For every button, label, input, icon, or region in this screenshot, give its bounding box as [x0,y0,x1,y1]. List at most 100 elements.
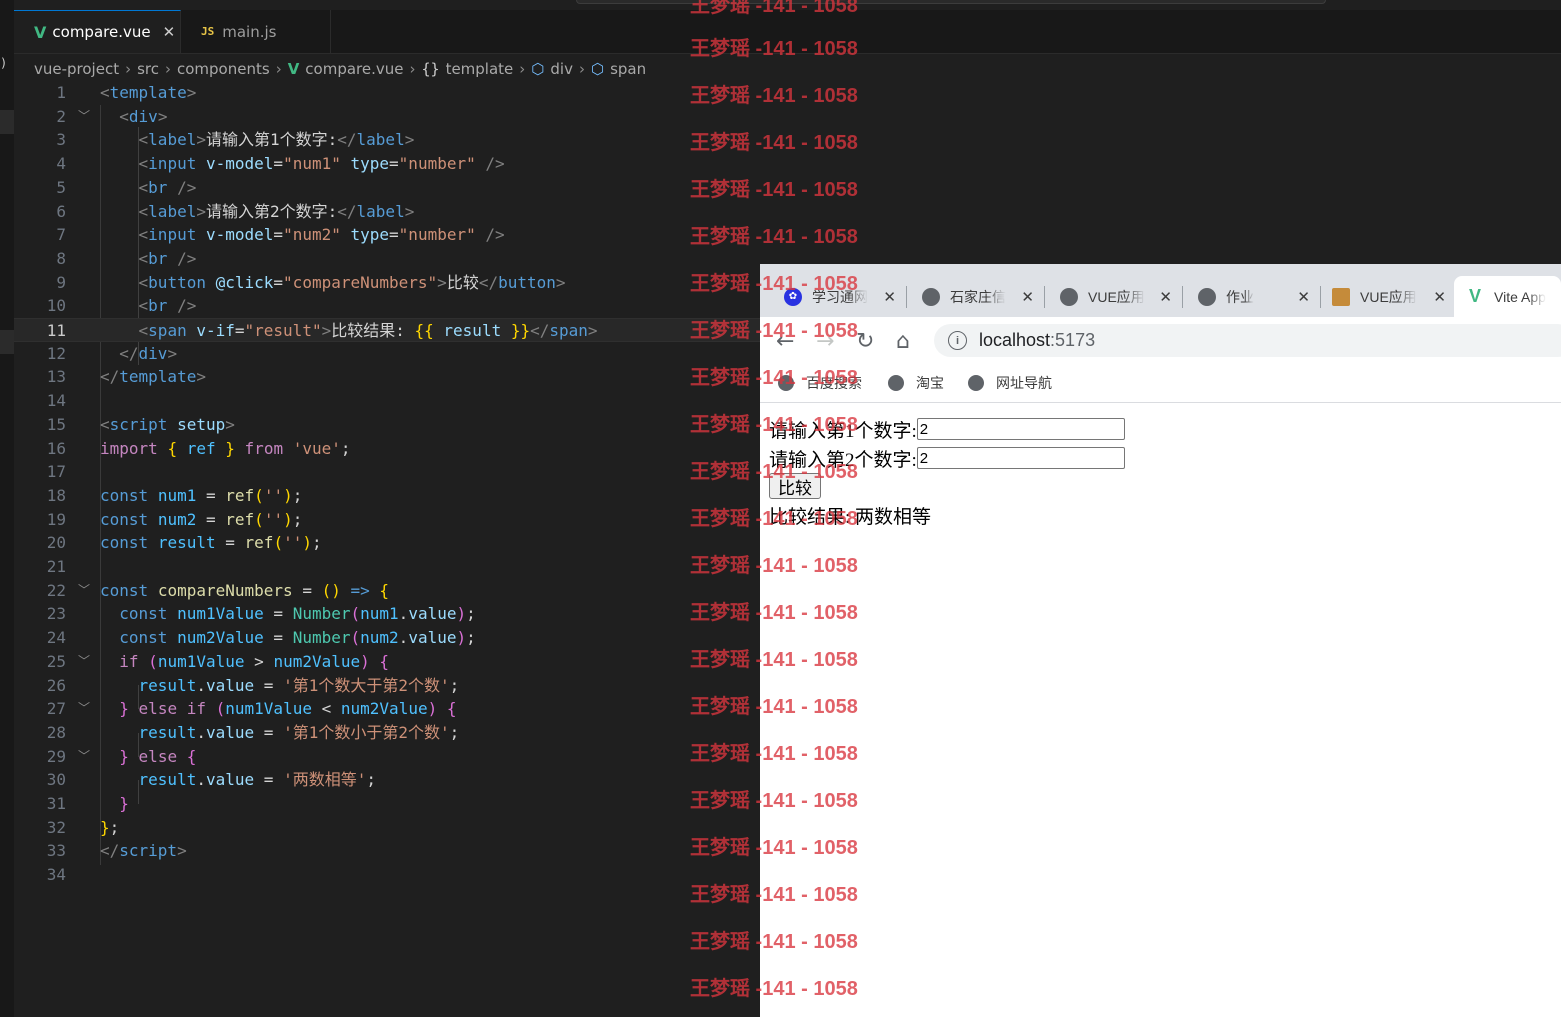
close-icon[interactable]: ✕ [883,288,896,306]
browser-tab[interactable]: 石家庄信 ✕ [922,276,1034,317]
watermark-text: 王梦瑶 -141 - 1058 [690,367,858,389]
globe-icon [1198,287,1216,306]
number-input-2[interactable] [916,447,1125,469]
code-line: 17 [46,462,66,482]
watermark-text: 王梦瑶 -141 - 1058 [690,837,858,859]
code-line: 19 const num2 = ref(''); [46,509,303,529]
watermark-text: 王梦瑶 -141 - 1058 [690,508,858,530]
browser-tab-title: 石家庄信 [950,288,1006,305]
braces-icon: {} [421,60,440,78]
url-host: localhost [979,330,1051,350]
close-icon[interactable]: ✕ [1159,288,1172,306]
chevron-down-icon[interactable]: ﹀ [78,697,90,721]
vite-icon: V [1468,286,1481,306]
address-bar[interactable]: i localhost:5173 [934,324,1561,357]
vue-icon: V [287,60,300,78]
watermark-text: 王梦瑶 -141 - 1058 [690,931,858,953]
activity-bar: ) [0,0,14,1017]
activity-item[interactable] [0,110,14,134]
chevron-down-icon[interactable]: ﹀ [78,745,90,769]
bookmark-label: 网址导航 [996,375,1052,391]
reload-icon[interactable]: ↻ [856,329,874,354]
code-line: 31 } [46,794,129,813]
breadcrumb-item[interactable]: template [446,60,514,78]
chevron-right-icon: › [125,60,132,78]
globe-icon [968,375,984,391]
tab-label: main.js [222,22,277,41]
tab-compare-vue[interactable]: V compare.vue ✕ [14,10,181,53]
breadcrumb-item[interactable]: span [610,60,646,78]
cube-icon: ⬡ [531,60,545,78]
tab-separator [906,286,907,308]
watermark-text: 王梦瑶 -141 - 1058 [690,696,858,718]
browser-tab-title: VUE应用 [1360,288,1417,305]
bookmark-label: 淘宝 [916,375,944,391]
watermark-text: 王梦瑶 -141 - 1058 [690,743,858,765]
watermark-text: 王梦瑶 -141 - 1058 [690,555,858,577]
vue-icon: V [34,22,47,42]
code-line: 24 const num2Value = Number(num2.value); [46,628,476,648]
watermark-text: 王梦瑶 -141 - 1058 [690,132,858,154]
breadcrumb-item[interactable]: src [137,60,159,78]
url-port: :5173 [1050,330,1096,350]
chevron-down-icon[interactable]: ﹀ [78,650,90,674]
activity-glyph: ) [0,56,8,70]
close-icon[interactable]: ✕ [1433,288,1446,306]
code-line: 2 ﹀ <div> [14,105,760,129]
code-line: 8 <br /> [56,248,197,268]
breadcrumb-item[interactable]: vue-project [34,60,119,78]
tab-main-js[interactable]: JS main.js [181,10,331,53]
code-editor[interactable]: 1 <template> 2 ﹀ <div> 3 <label>请输入第1个数字:<… [14,81,760,1017]
browser-tab[interactable]: VUE应用 ✕ [1332,276,1446,317]
code-line: 4 <input v-model="num1" type="number" /> [56,154,505,174]
chevron-right-icon: › [409,60,416,78]
code-line: 32}; [46,817,120,837]
close-icon[interactable]: ✕ [163,23,176,41]
browser-toolbar: ← → ↻ ⌂ i localhost:5173 [760,317,1561,364]
close-icon[interactable]: ✕ [1021,288,1034,306]
watermark-text: 王梦瑶 -141 - 1058 [690,649,858,671]
bookmark-item[interactable]: 网址导航 [968,373,1052,393]
breadcrumb-item[interactable]: div [550,60,573,78]
code-line: 27 ﹀ } else if (num1Value < num2Value) { [14,697,760,721]
watermark-text: 王梦瑶 -141 - 1058 [690,602,858,624]
chevron-right-icon: › [275,60,282,78]
code-line: 28 result.value = '第1个数小于第2个数'; [46,722,460,742]
watermark-text: 王梦瑶 -141 - 1058 [690,320,858,342]
code-line: 22 ﹀ const compareNumbers = () => { [14,579,760,603]
watermark-text: 王梦瑶 -141 - 1058 [690,414,858,436]
chevron-down-icon[interactable]: ﹀ [78,105,90,129]
tab-separator [1182,286,1183,308]
code-line: 20 const result = ref(''); [46,533,322,553]
code-line: 15 <script setup> [46,414,235,434]
chevron-down-icon[interactable]: ﹀ [78,579,90,603]
tab-label: compare.vue [52,23,151,41]
browser-tab-active[interactable]: V Vite App [1454,276,1561,317]
breadcrumb-item[interactable]: compare.vue [305,60,403,78]
activity-item[interactable] [0,330,14,354]
breadcrumb-item[interactable]: components [177,60,270,78]
watermark-text: 王梦瑶 -141 - 1058 [690,790,858,812]
watermark-text: 王梦瑶 -141 - 1058 [690,226,858,248]
watermark-text: 王梦瑶 -141 - 1058 [690,38,858,60]
cube-icon: ⬡ [590,60,605,78]
number-input-1[interactable] [916,418,1125,440]
chevron-right-icon: › [578,60,585,78]
code-line: 5 <br /> [56,177,197,197]
tab-separator [1320,286,1321,308]
web-page: 请输入第1个数字: 请输入第2个数字: 比较 比较结果: 两数相等 [760,403,1561,1017]
code-line: 34 [46,865,66,885]
watermark-text: 王梦瑶 -141 - 1058 [690,179,858,201]
code-line: 33 </script> [46,841,187,861]
close-icon[interactable]: ✕ [1297,288,1310,306]
chevron-right-icon: › [519,60,526,78]
globe-icon [888,375,904,391]
code-line: 3 <label>请输入第1个数字:</label> [56,130,415,150]
bookmark-item[interactable]: 淘宝 [888,373,944,393]
site-info-icon[interactable]: i [948,331,967,350]
browser-tab-title: 作业 [1226,288,1254,305]
browser-tab[interactable]: VUE应用 ✕ [1060,276,1172,317]
command-center[interactable] [576,0,1326,4]
home-icon[interactable]: ⌂ [896,329,910,354]
browser-tab[interactable]: 作业 ✕ [1198,276,1310,317]
